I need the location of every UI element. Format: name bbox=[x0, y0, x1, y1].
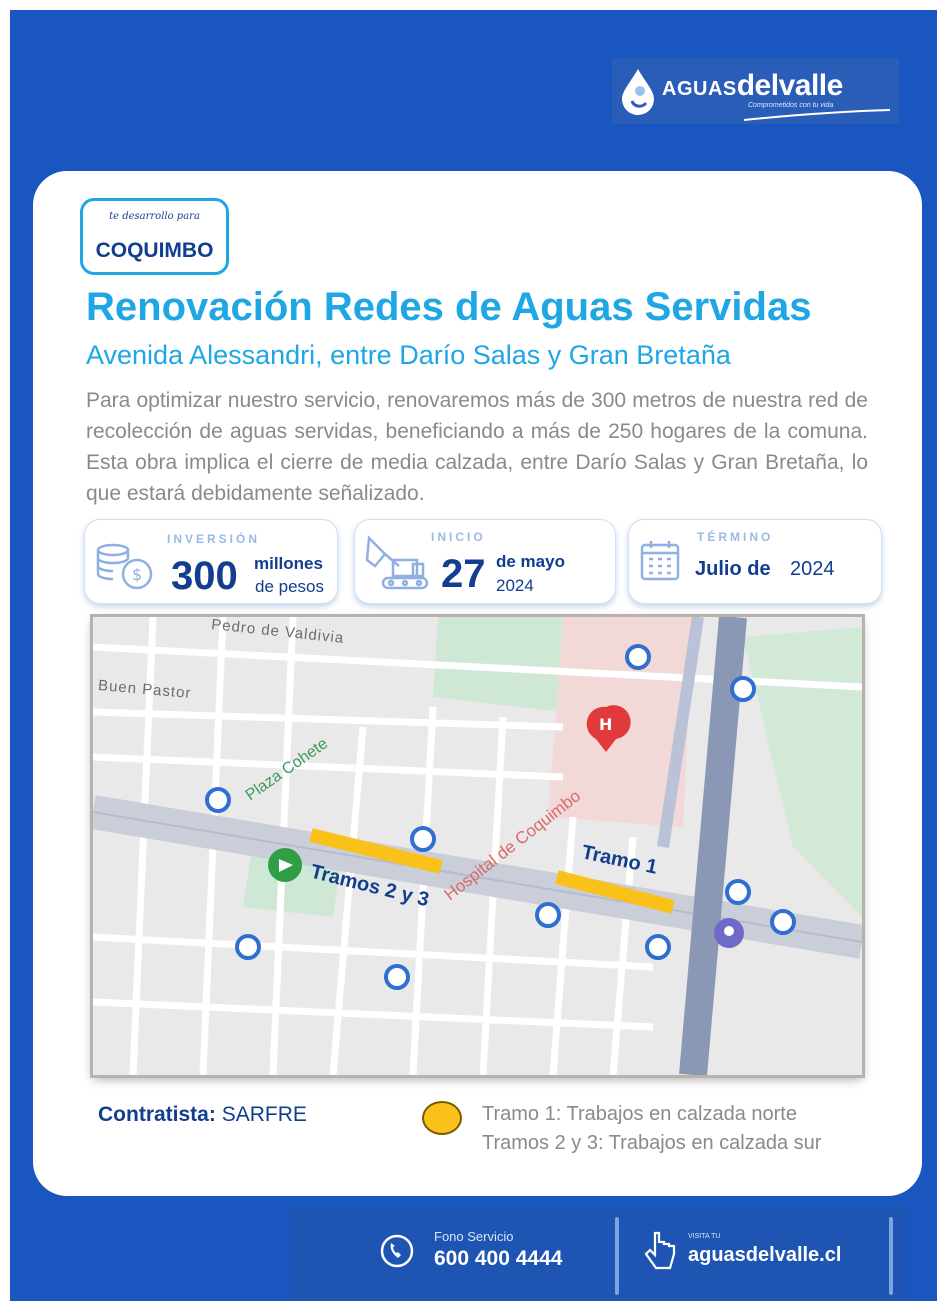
bus-stop-icon bbox=[730, 676, 756, 702]
page-title: Renovación Redes de Aguas Servidas bbox=[86, 285, 812, 329]
bus-stop-icon bbox=[205, 787, 231, 813]
contractor: Contratista: SARFRE bbox=[98, 1103, 307, 1127]
footer-divider bbox=[615, 1217, 619, 1295]
bus-stop-icon bbox=[770, 909, 796, 935]
bus-stop-icon bbox=[384, 964, 410, 990]
poi-pin-icon bbox=[714, 918, 744, 948]
brand-name: AGUASdelvalle bbox=[662, 71, 843, 101]
phone-icon bbox=[380, 1234, 414, 1268]
bus-stop-icon bbox=[725, 879, 751, 905]
map-canvas: H bbox=[93, 617, 862, 1075]
footer-divider bbox=[889, 1217, 893, 1295]
phone-label: Fono Servicio bbox=[434, 1229, 514, 1244]
stat-inversion-unit: de pesos bbox=[255, 577, 324, 596]
brand-logo: AGUASdelvalle Comprometidos con tu vida bbox=[612, 58, 899, 124]
map[interactable]: H Pedro de Valdivia Buen Pastor Plaza Co… bbox=[93, 617, 862, 1075]
brand-prefix: AGUAS bbox=[662, 78, 737, 100]
stat-termino-value-bold: Julio de bbox=[695, 558, 771, 580]
stat-inicio-unit-bold: de mayo bbox=[496, 552, 565, 571]
stat-termino-value: 2024 bbox=[790, 558, 835, 580]
badge-city: COQUIMBO bbox=[95, 239, 214, 262]
bus-stop-icon bbox=[625, 644, 651, 670]
brand-swoosh bbox=[743, 109, 891, 121]
stat-inversion-value: 300 bbox=[171, 554, 238, 598]
footer: Fono Servicio 600 400 4444 VISITA TU agu… bbox=[291, 1207, 907, 1301]
pointer-hand-icon bbox=[644, 1231, 676, 1270]
stat-termino-label: TÉRMINO bbox=[697, 530, 774, 544]
legend-swatch bbox=[422, 1101, 462, 1135]
bus-stop-icon bbox=[535, 902, 561, 928]
stat-inicio-unit: 2024 bbox=[496, 576, 534, 595]
brand-main: delvalle bbox=[736, 69, 844, 102]
bus-stop-icon bbox=[235, 934, 261, 960]
excavator-icon bbox=[365, 535, 429, 590]
coins-icon: $ bbox=[96, 543, 153, 590]
legend-line-1: Tramo 1: Trabajos en calzada norte bbox=[482, 1103, 797, 1125]
website-link[interactable]: aguasdelvalle.cl bbox=[688, 1244, 841, 1267]
page-subtitle: Avenida Alessandri, entre Darío Salas y … bbox=[86, 340, 731, 370]
bus-stop-icon bbox=[645, 934, 671, 960]
stat-inicio-value: 27 bbox=[441, 552, 486, 596]
web-label: VISITA TU bbox=[688, 1233, 721, 1240]
calendar-icon bbox=[640, 541, 680, 581]
city-badge: te desarrollo para COQUIMBO bbox=[80, 198, 229, 275]
description: Para optimizar nuestro servicio, renovar… bbox=[86, 389, 868, 505]
stat-termino: TÉRMINO Julio de 2024 bbox=[628, 519, 882, 604]
stat-inversion-label: INVERSIÓN bbox=[167, 532, 261, 546]
badge-script: te desarrollo para bbox=[109, 211, 200, 222]
stat-inversion-unit-bold: millones bbox=[254, 554, 323, 573]
contractor-label: Contratista: bbox=[98, 1103, 216, 1126]
contractor-value: SARFRE bbox=[221, 1103, 307, 1126]
water-drop-icon bbox=[622, 69, 654, 115]
place-pin-icon bbox=[268, 848, 302, 882]
phone-number[interactable]: 600 400 4444 bbox=[434, 1247, 562, 1271]
legend-line-2: Tramos 2 y 3: Trabajos en calzada sur bbox=[482, 1132, 822, 1154]
stat-inicio-label: INICIO bbox=[431, 530, 486, 544]
svg-text:$: $ bbox=[132, 565, 142, 584]
svg-text:H: H bbox=[599, 715, 612, 734]
bus-stop-icon bbox=[410, 826, 436, 852]
stat-inicio: INICIO 27 de mayo 2024 bbox=[354, 519, 616, 604]
stat-inversion: INVERSIÓN $ 300 millones de pesos bbox=[84, 519, 338, 604]
